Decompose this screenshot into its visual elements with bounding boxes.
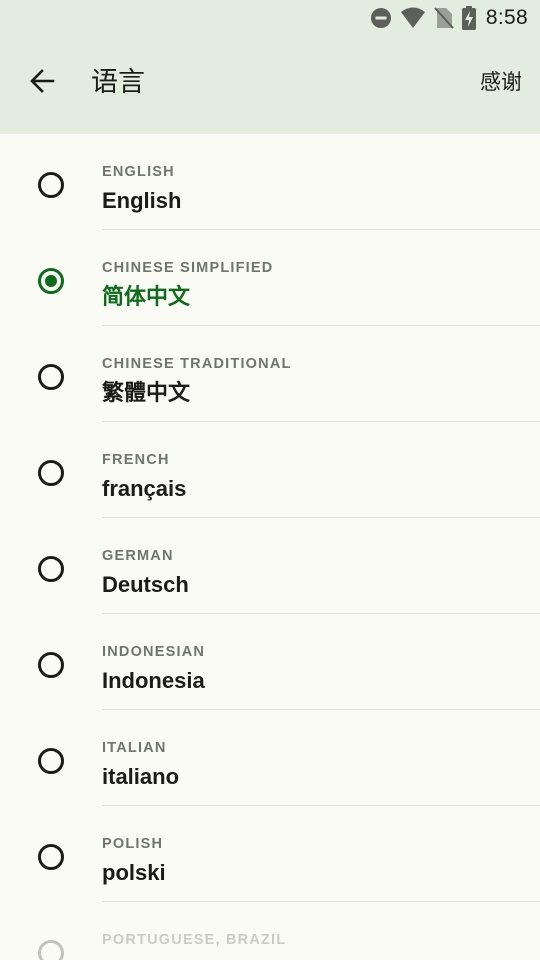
language-name: polski bbox=[102, 860, 166, 885]
arrow-back-icon bbox=[29, 68, 55, 99]
language-item-english[interactable]: ENGLISH English bbox=[0, 134, 540, 230]
language-item-portuguese-brazil[interactable]: PORTUGUESE, BRAZIL bbox=[0, 902, 540, 960]
language-caption: INDONESIAN bbox=[102, 644, 206, 660]
language-item-french[interactable]: FRENCH français bbox=[0, 422, 540, 518]
thanks-button[interactable]: 感谢 bbox=[480, 68, 522, 98]
app-bar: 语言 感谢 bbox=[0, 36, 540, 134]
status-clock: 8:58 bbox=[485, 6, 528, 29]
radio-button[interactable] bbox=[38, 172, 64, 198]
language-name: English bbox=[102, 188, 182, 213]
language-item-chinese-simplified[interactable]: CHINESE SIMPLIFIED 简体中文 bbox=[0, 230, 540, 326]
radio-button[interactable] bbox=[38, 940, 64, 960]
language-caption: GERMAN bbox=[102, 548, 174, 564]
language-item-italian[interactable]: ITALIAN italiano bbox=[0, 710, 540, 806]
back-button[interactable] bbox=[18, 59, 66, 107]
language-caption: ITALIAN bbox=[102, 740, 167, 756]
language-list: ENGLISH English CHINESE SIMPLIFIED 简体中文 … bbox=[0, 134, 540, 960]
status-icons: 8:58 bbox=[370, 5, 528, 31]
radio-button[interactable] bbox=[38, 556, 64, 582]
page-title: 语言 bbox=[91, 67, 145, 97]
language-item-polish[interactable]: POLISH polski bbox=[0, 806, 540, 902]
language-caption: FRENCH bbox=[102, 452, 170, 468]
language-name: Deutsch bbox=[102, 572, 189, 597]
language-item-indonesian[interactable]: INDONESIAN Indonesia bbox=[0, 614, 540, 710]
radio-button[interactable] bbox=[38, 844, 64, 870]
language-item-german[interactable]: GERMAN Deutsch bbox=[0, 518, 540, 614]
language-name: 繁體中文 bbox=[102, 380, 191, 405]
language-name: 简体中文 bbox=[102, 284, 191, 309]
language-caption: ENGLISH bbox=[102, 164, 175, 180]
radio-button[interactable] bbox=[38, 652, 64, 678]
radio-button[interactable] bbox=[38, 460, 64, 486]
wifi-icon bbox=[400, 7, 426, 29]
battery-charging-icon bbox=[461, 6, 476, 30]
language-name: Indonesia bbox=[102, 668, 205, 693]
radio-button[interactable] bbox=[38, 364, 64, 390]
language-name: français bbox=[102, 476, 187, 501]
language-caption: CHINESE SIMPLIFIED bbox=[102, 260, 274, 276]
language-item-chinese-traditional[interactable]: CHINESE TRADITIONAL 繁體中文 bbox=[0, 326, 540, 422]
dnd-icon bbox=[370, 7, 392, 29]
radio-button[interactable] bbox=[38, 748, 64, 774]
language-name: italiano bbox=[102, 764, 180, 789]
radio-button-checked[interactable] bbox=[38, 268, 64, 294]
status-bar: 8:58 bbox=[0, 0, 540, 36]
language-caption: POLISH bbox=[102, 836, 164, 852]
language-caption: CHINESE TRADITIONAL bbox=[102, 356, 292, 372]
language-caption: PORTUGUESE, BRAZIL bbox=[102, 932, 287, 948]
no-sim-icon bbox=[434, 7, 454, 29]
